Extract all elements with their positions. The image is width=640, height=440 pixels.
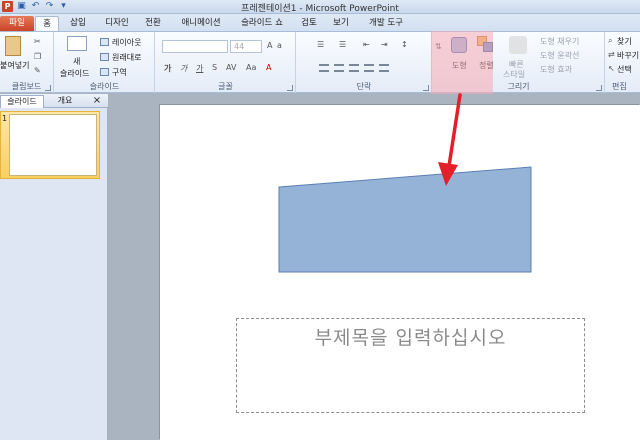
underline-icon[interactable]: 가: [196, 63, 203, 74]
layout-icon: [100, 38, 109, 46]
find-icon: ⌕: [608, 36, 613, 45]
replace-icon: ⇄: [608, 50, 615, 59]
panel-close-button[interactable]: ×: [90, 95, 104, 108]
bullets-icon[interactable]: ☰: [317, 40, 324, 49]
grow-font-icon[interactable]: A: [267, 41, 272, 50]
editing-group-label: 편집: [612, 82, 627, 91]
tab-outline[interactable]: 개요: [52, 95, 78, 108]
shape-effects-button: 도형 효과: [540, 65, 572, 74]
align-left-icon[interactable]: [319, 64, 329, 72]
shadow-icon[interactable]: S: [212, 63, 217, 72]
change-case-icon[interactable]: Aa: [246, 63, 256, 72]
font-size-box[interactable]: 44: [230, 40, 262, 53]
tab-slideshow[interactable]: 슬라이드 쇼: [236, 16, 288, 31]
paragraph-group: ☰ ☰ ⇤ ⇥ ↕ 단락: [297, 32, 432, 93]
increase-indent-icon[interactable]: ⇥: [381, 40, 388, 49]
editing-group: 찾기 바꾸기 선택 ⌕ ⇄ ↖ 편집: [606, 32, 640, 93]
cut-icon[interactable]: ✂: [34, 37, 41, 46]
quick-styles-icon: [509, 36, 527, 54]
quick-styles-button: 스타일: [503, 70, 526, 79]
columns-icon[interactable]: [379, 64, 389, 72]
font-group: 44 A a 가 가 가 S AV Aa A 글꼴: [156, 32, 296, 93]
tab-file[interactable]: 파일: [0, 16, 34, 31]
drawing-dialog-launcher[interactable]: [596, 85, 602, 91]
ribbon-tab-bar: 파일 홈 삽입 디자인 전환 애니메이션 슬라이드 쇼 검토 보기 개발 도구: [0, 14, 640, 31]
alignment-buttons: [319, 64, 394, 75]
decrease-indent-icon[interactable]: ⇤: [363, 40, 370, 49]
font-name-box[interactable]: [162, 40, 228, 53]
align-center-icon[interactable]: [334, 64, 344, 72]
slide-thumbnail[interactable]: [9, 114, 97, 176]
tab-slides[interactable]: 슬라이드: [0, 95, 44, 108]
new-slide-icon[interactable]: [67, 36, 87, 51]
shapes-highlight: [431, 31, 493, 96]
clipboard-dialog-launcher[interactable]: [45, 85, 51, 91]
tab-developer[interactable]: 개발 도구: [364, 16, 408, 31]
tab-insert[interactable]: 삽입: [66, 16, 90, 31]
layout-button[interactable]: 레이아웃: [112, 37, 141, 48]
font-color-icon[interactable]: A: [266, 63, 271, 72]
align-right-icon[interactable]: [349, 64, 359, 72]
tab-home[interactable]: 홈: [35, 16, 59, 31]
font-group-label: 글꼴: [218, 82, 233, 91]
slide-number: 1: [2, 114, 8, 123]
shape-outline-button: 도형 윤곽선: [540, 51, 580, 60]
shape-fill-button: 도형 채우기: [540, 37, 580, 46]
section-button[interactable]: 구역: [112, 67, 127, 78]
slides-group: 새 슬라이드 레이아웃 원래대로 구역 슬라이드: [55, 32, 155, 93]
subtitle-placeholder[interactable]: 부제목을 입력하십시오: [236, 318, 585, 413]
paragraph-dialog-launcher[interactable]: [423, 85, 429, 91]
char-spacing-icon[interactable]: AV: [226, 63, 236, 72]
copy-icon[interactable]: ❐: [34, 52, 41, 61]
tab-view[interactable]: 보기: [330, 16, 352, 31]
tab-review[interactable]: 검토: [298, 16, 320, 31]
justify-icon[interactable]: [364, 64, 374, 72]
font-dialog-launcher[interactable]: [287, 85, 293, 91]
new-slide-label-1[interactable]: 새: [73, 56, 80, 67]
format-painter-icon[interactable]: ✎: [34, 66, 41, 75]
window-title: 프레젠테이션1 - Microsoft PowerPoint: [241, 4, 399, 14]
find-button[interactable]: 찾기: [617, 36, 632, 47]
select-button[interactable]: 선택: [617, 64, 632, 75]
section-icon: [100, 68, 109, 76]
line-spacing-icon[interactable]: ↕: [401, 40, 408, 49]
tab-design[interactable]: 디자인: [101, 16, 133, 31]
subtitle-placeholder-text: 부제목을 입력하십시오: [314, 327, 507, 349]
reset-button[interactable]: 원래대로: [112, 52, 141, 63]
paste-icon[interactable]: [5, 36, 21, 56]
shrink-font-icon[interactable]: a: [277, 41, 282, 50]
tab-animations[interactable]: 애니메이션: [176, 16, 226, 31]
slide-panel: 슬라이드 개요 × 1: [0, 94, 108, 440]
select-icon: ↖: [608, 64, 615, 73]
bold-icon[interactable]: 가: [164, 63, 171, 74]
paragraph-group-label: 단락: [356, 82, 372, 91]
panel-tabs: 슬라이드 개요 ×: [0, 94, 108, 108]
replace-button[interactable]: 바꾸기: [617, 50, 639, 61]
tab-transitions[interactable]: 전환: [141, 16, 165, 31]
numbering-icon[interactable]: ☰: [339, 40, 346, 49]
reset-icon: [100, 53, 109, 61]
ribbon: 붙여넣기 ✂ ❐ ✎ 클립보드 새 슬라이드 레이아웃 원래대로 구역 슬라이드…: [0, 31, 640, 93]
paste-button[interactable]: 붙여넣기: [0, 60, 29, 71]
new-slide-button[interactable]: 슬라이드: [60, 68, 89, 79]
clipboard-group: 붙여넣기 ✂ ❐ ✎ 클립보드: [0, 32, 54, 93]
title-bar: P ▣ ↶ ↷ ▾ 프레젠테이션1 - Microsoft PowerPoint: [0, 0, 640, 14]
slides-group-label: 슬라이드: [89, 82, 120, 91]
italic-icon[interactable]: 가: [180, 63, 187, 74]
